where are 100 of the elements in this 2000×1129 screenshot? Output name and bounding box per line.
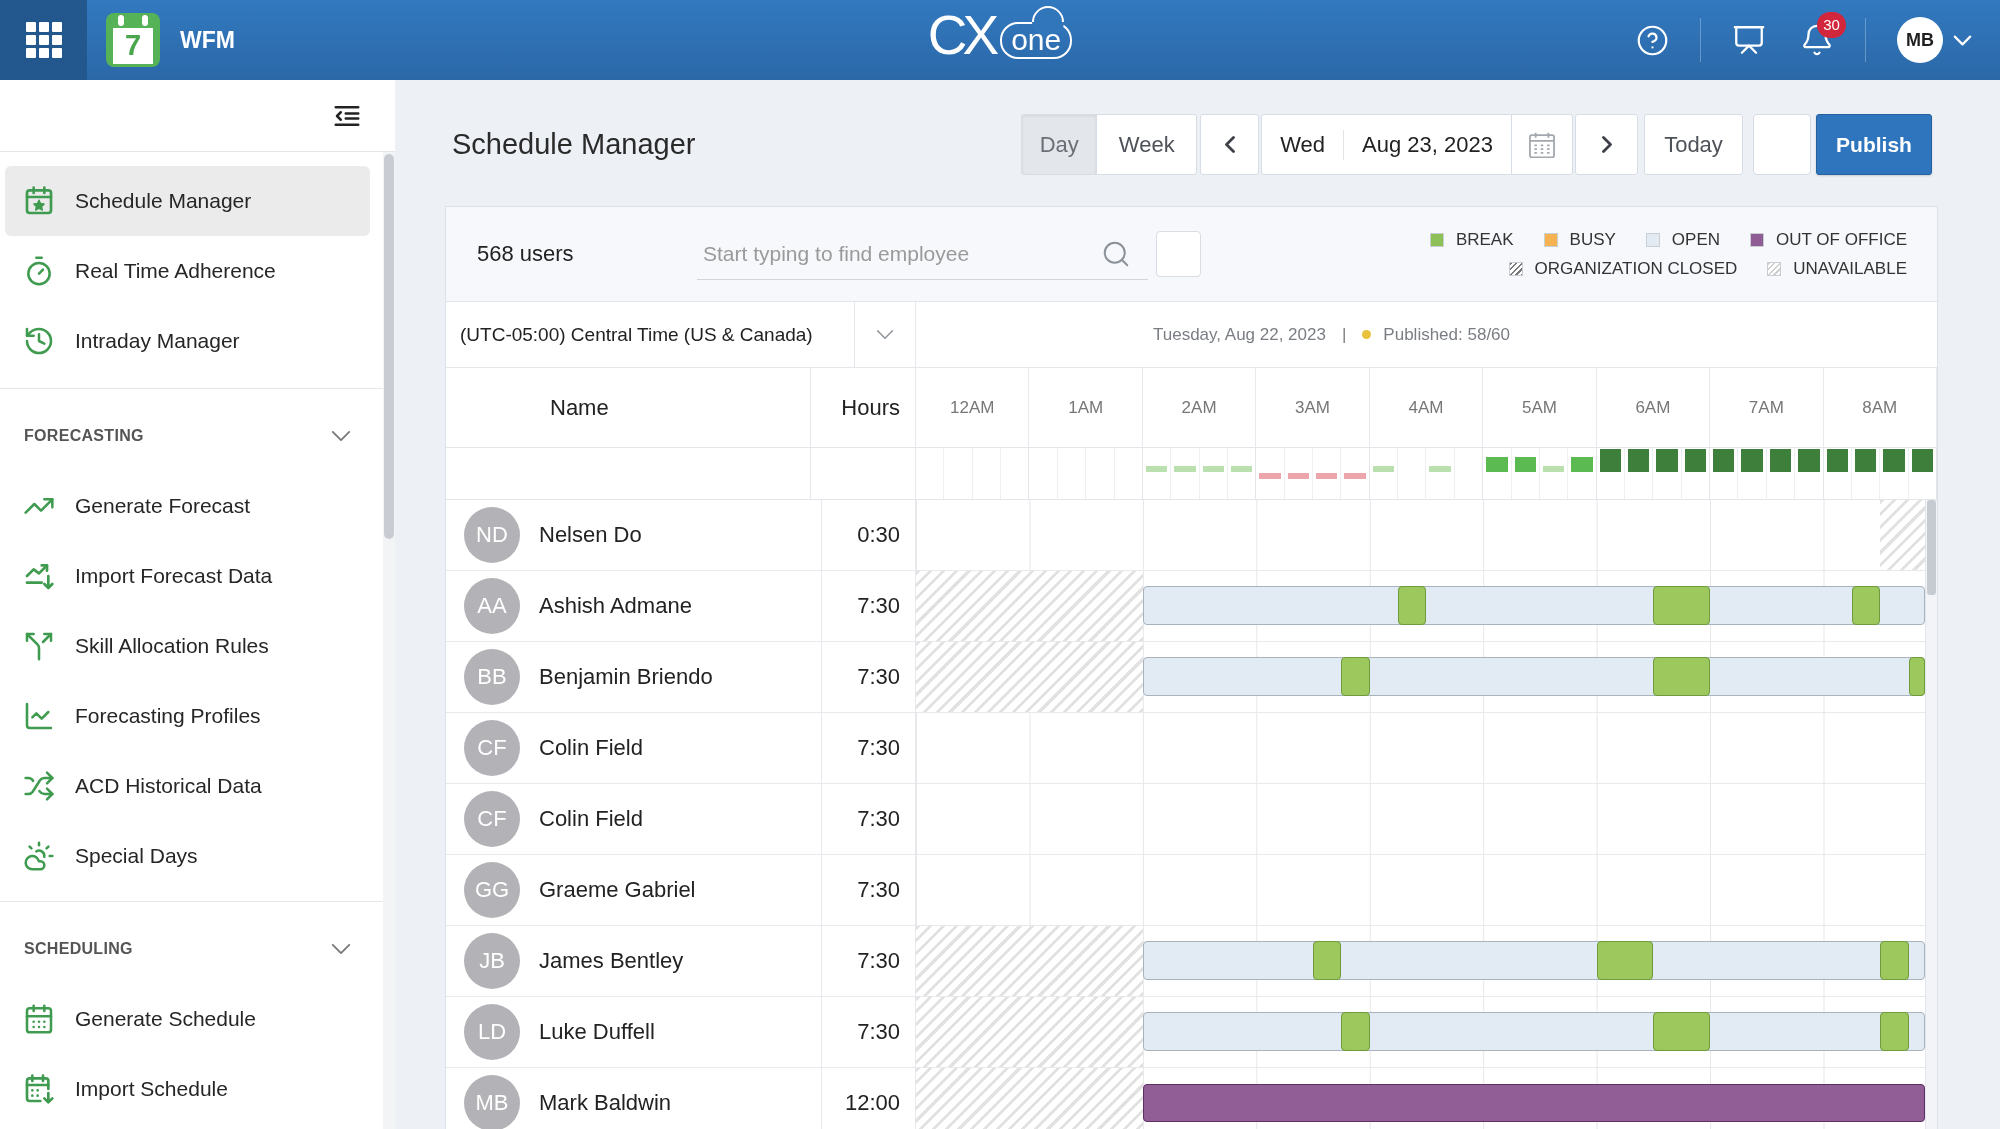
break-block[interactable] bbox=[1313, 941, 1342, 980]
employee-name[interactable]: Luke Duffell bbox=[539, 1019, 655, 1045]
calendar-grid-icon bbox=[23, 1003, 55, 1035]
section-title: SCHEDULING bbox=[24, 940, 133, 958]
hour-label: 2AM bbox=[1181, 397, 1217, 418]
timezone-select[interactable]: (UTC-05:00) Central Time (US & Canada) bbox=[446, 302, 916, 367]
hour-label: 4AM bbox=[1408, 397, 1444, 418]
sidebar-item[interactable]: Import Forecast Data bbox=[5, 541, 370, 611]
staffing-dash-icon bbox=[1145, 466, 1168, 472]
hour-label: 8AM bbox=[1862, 397, 1898, 418]
sidebar-item[interactable]: Intraday Manager bbox=[5, 306, 370, 376]
status-dot-icon bbox=[1362, 330, 1372, 339]
employee-avatar: LD bbox=[464, 1004, 520, 1060]
hours-value: 7:30 bbox=[857, 948, 900, 974]
hour-label: 5AM bbox=[1521, 397, 1557, 418]
section-title: FORECASTING bbox=[24, 427, 144, 445]
employee-avatar: CF bbox=[464, 791, 520, 847]
employee-name[interactable]: Colin Field bbox=[539, 735, 643, 761]
next-button[interactable] bbox=[1575, 114, 1638, 175]
blank-button[interactable] bbox=[1753, 114, 1811, 175]
today-button[interactable]: Today bbox=[1644, 114, 1743, 175]
chevron-down-icon[interactable] bbox=[331, 943, 351, 955]
separator-text: | bbox=[1341, 324, 1347, 345]
employee-name[interactable]: Colin Field bbox=[539, 806, 643, 832]
hours-value: 7:30 bbox=[857, 806, 900, 832]
break-block[interactable] bbox=[1880, 941, 1909, 980]
cloud-sun-icon bbox=[23, 840, 55, 872]
help-icon[interactable] bbox=[1636, 23, 1669, 57]
hours-value: 0:30 bbox=[857, 522, 900, 548]
sidebar-item[interactable]: Import Schedule bbox=[5, 1054, 370, 1124]
break-block[interactable] bbox=[1653, 657, 1711, 696]
break-block[interactable] bbox=[1880, 1012, 1909, 1051]
sidebar-scrollbar[interactable] bbox=[383, 152, 395, 1129]
employee-avatar: AA bbox=[464, 578, 520, 634]
calendar-icon bbox=[1529, 131, 1555, 158]
staffing-square-icon bbox=[1741, 449, 1763, 472]
employee-name[interactable]: Benjamin Briendo bbox=[539, 664, 713, 690]
sidebar-item[interactable]: Special Days bbox=[5, 821, 370, 891]
sidebar-item[interactable]: Real Time Adherence bbox=[5, 236, 370, 306]
view-tab[interactable]: Week bbox=[1097, 114, 1198, 175]
staffing-square-icon bbox=[1798, 449, 1820, 472]
apps-button[interactable] bbox=[0, 0, 87, 80]
publish-button[interactable]: Publish bbox=[1816, 114, 1932, 175]
staffing-dash-icon bbox=[1316, 473, 1338, 479]
break-block[interactable] bbox=[1341, 1012, 1370, 1051]
vertical-scrollbar[interactable] bbox=[1925, 500, 1937, 1129]
staffing-dash-icon bbox=[1429, 466, 1451, 472]
staffing-square-icon bbox=[1769, 449, 1792, 472]
hours-value: 7:30 bbox=[857, 877, 900, 903]
sidebar-item[interactable]: Generate Forecast bbox=[5, 471, 370, 541]
staffing-square-icon bbox=[1656, 449, 1678, 472]
chevron-down-icon[interactable] bbox=[331, 430, 351, 442]
employee-avatar: CF bbox=[464, 720, 520, 776]
search-icon[interactable] bbox=[1101, 239, 1131, 269]
shuffle-icon bbox=[23, 770, 55, 802]
column-header: Name bbox=[550, 394, 609, 421]
view-tab[interactable]: Day bbox=[1021, 114, 1098, 175]
break-block[interactable] bbox=[1398, 586, 1427, 625]
staffing-square-icon bbox=[1883, 449, 1905, 472]
employee-name[interactable]: Mark Baldwin bbox=[539, 1090, 672, 1116]
calendar-button[interactable] bbox=[1512, 114, 1573, 175]
staffing-square-icon bbox=[1684, 449, 1707, 472]
employee-name[interactable]: Graeme Gabriel bbox=[539, 877, 696, 903]
break-block[interactable] bbox=[1341, 657, 1370, 696]
hours-value: 7:30 bbox=[857, 1019, 900, 1045]
app-name: WFM bbox=[180, 26, 235, 54]
staffing-dash-icon bbox=[1344, 473, 1366, 479]
employee-name[interactable]: James Bentley bbox=[539, 948, 684, 974]
break-block[interactable] bbox=[1596, 941, 1654, 980]
sidebar-item[interactable]: ACD Historical Data bbox=[5, 751, 370, 821]
line-chart-icon bbox=[23, 700, 55, 732]
employee-name[interactable]: Nelsen Do bbox=[539, 522, 642, 548]
hour-label: 7AM bbox=[1748, 397, 1784, 418]
legend-label: BUSY bbox=[1569, 229, 1616, 250]
blank-button[interactable] bbox=[1156, 231, 1201, 277]
presentation-board-icon[interactable] bbox=[1732, 23, 1766, 57]
staffing-square-icon bbox=[1628, 449, 1650, 472]
previous-button[interactable] bbox=[1200, 114, 1260, 175]
sidebar-item[interactable]: Forecasting Profiles bbox=[5, 681, 370, 751]
history-icon bbox=[23, 325, 55, 357]
staffing-square-icon bbox=[1826, 449, 1848, 472]
break-block[interactable] bbox=[1653, 586, 1711, 625]
hour-label: 12AM bbox=[950, 397, 995, 418]
sidebar-item[interactable]: Skill Allocation Rules bbox=[5, 611, 370, 681]
break-block[interactable] bbox=[1653, 1012, 1711, 1051]
sidebar-item[interactable]: Schedule Manager bbox=[5, 166, 370, 236]
date-field[interactable]: Wed Aug 23, 2023 bbox=[1261, 114, 1512, 175]
search-field[interactable]: Start typing to find employee bbox=[697, 228, 1148, 280]
user-avatar[interactable]: MB bbox=[1897, 17, 1943, 63]
staffing-dash-icon bbox=[1202, 466, 1224, 472]
calendar-download-icon bbox=[23, 1073, 55, 1105]
break-block[interactable] bbox=[1851, 586, 1881, 625]
legend-label: OUT OF OFFICE bbox=[1776, 229, 1907, 250]
published-status: Published: 58/60 bbox=[1383, 324, 1510, 345]
employee-name[interactable]: Ashish Admane bbox=[539, 593, 692, 619]
chevron-down-icon bbox=[876, 329, 894, 340]
out-of-office-bar[interactable] bbox=[1142, 1084, 1925, 1122]
staffing-dash-icon bbox=[1287, 473, 1310, 479]
sidebar-item[interactable]: Generate Schedule bbox=[5, 984, 370, 1054]
staffing-square-icon bbox=[1713, 449, 1735, 472]
